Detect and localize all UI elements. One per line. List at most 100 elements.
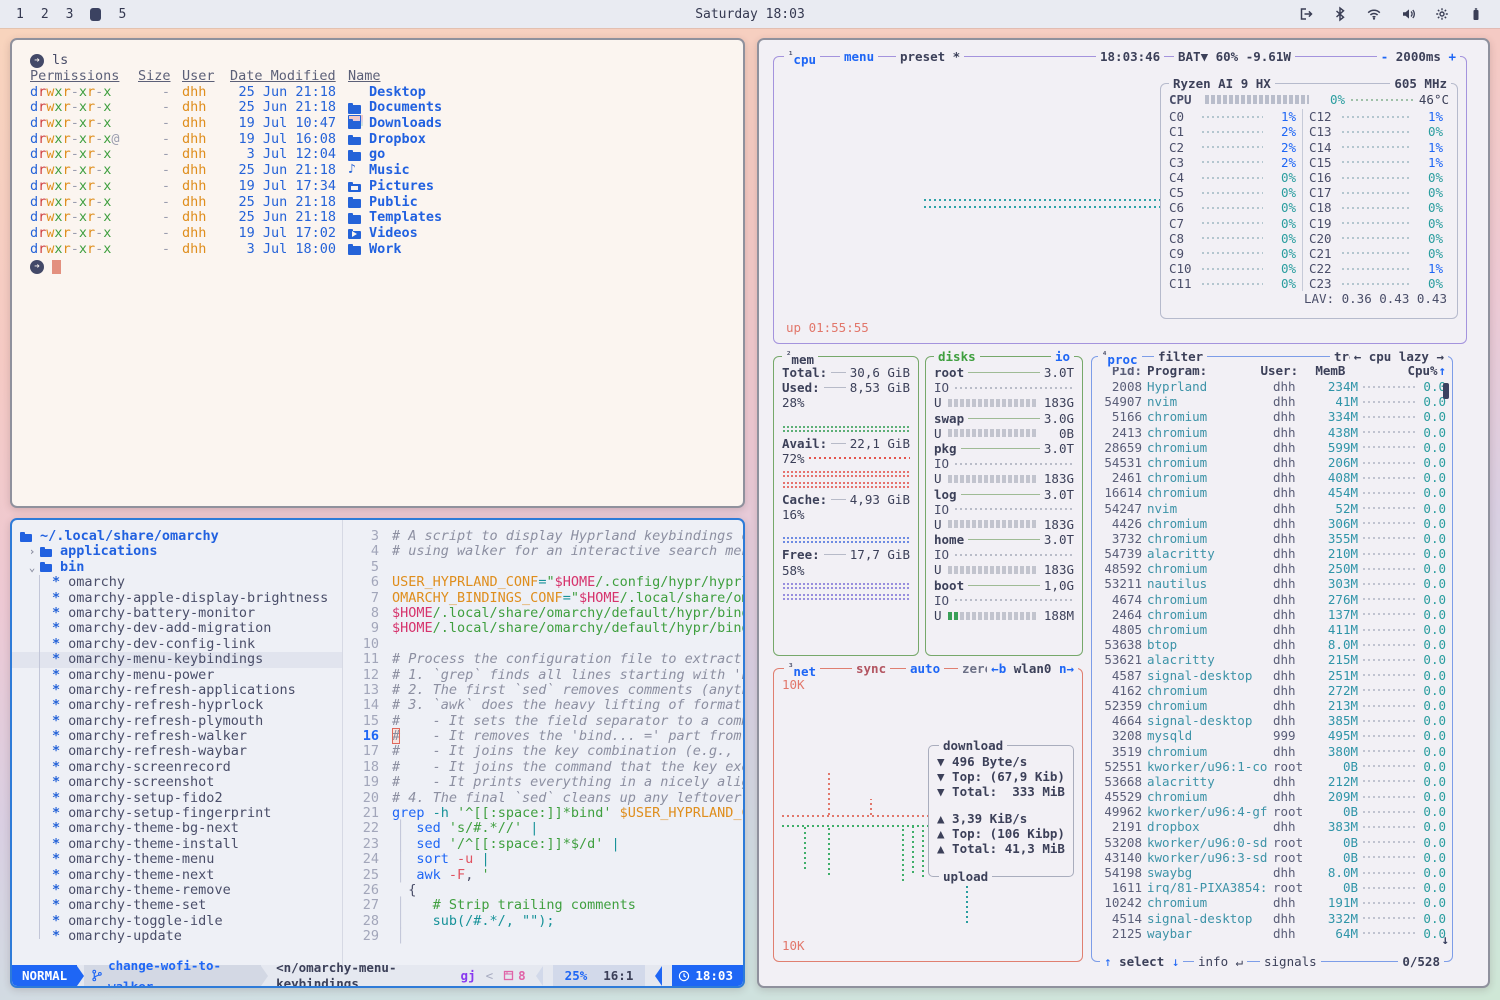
disks-title[interactable]: disks	[934, 349, 980, 364]
settings-icon[interactable]	[1434, 6, 1450, 22]
tree-item-omarchy-refresh-waybar[interactable]: *omarchy-refresh-waybar	[12, 744, 342, 759]
process-row[interactable]: 5166chromiumdhh334M0.0	[1098, 409, 1446, 424]
process-row[interactable]: 48592chromiumdhh250M0.0	[1098, 561, 1446, 576]
bluetooth-icon[interactable]	[1332, 6, 1348, 22]
tree-item-omarchy-theme-next[interactable]: *omarchy-theme-next	[12, 868, 342, 883]
logout-icon[interactable]	[1298, 6, 1314, 22]
process-row[interactable]: 53621alacrittydhh215M0.0	[1098, 652, 1446, 667]
process-row[interactable]: 2008Hyprlanddhh234M0.0	[1098, 379, 1446, 394]
tree-item-omarchy-dev-add-migration[interactable]: *omarchy-dev-add-migration	[12, 621, 342, 636]
tree-item-omarchy-theme-set[interactable]: *omarchy-theme-set	[12, 898, 342, 913]
tree-item-omarchy-theme-bg-next[interactable]: *omarchy-theme-bg-next	[12, 821, 342, 836]
memory-panel-title[interactable]: ²mem	[782, 349, 818, 367]
code-line-9: 9$HOME/.local/share/omarchy/default/hypr…	[343, 621, 745, 636]
cpu-panel-title[interactable]: ¹cpu	[784, 49, 820, 67]
process-row[interactable]: 4587signal-desktopdhh251M0.0	[1098, 668, 1446, 683]
cursor-position: 16:1	[603, 965, 633, 986]
tree-item-omarchy-setup-fido2[interactable]: *omarchy-setup-fido2	[12, 791, 342, 806]
workspace-1[interactable]: 1	[16, 7, 24, 22]
process-row[interactable]: 53211nautilusdhh303M0.0	[1098, 576, 1446, 591]
preset-button[interactable]: preset *	[896, 49, 964, 64]
proc-scrollbar-thumb[interactable]	[1443, 383, 1449, 399]
sort-direction-icon[interactable]: ↑	[1438, 363, 1446, 378]
tree-item-omarchy-setup-fingerprint[interactable]: *omarchy-setup-fingerprint	[12, 806, 342, 821]
process-row[interactable]: 52551kworker/u96:1-coroot0B0.0	[1098, 759, 1446, 774]
tree-item-omarchy[interactable]: *omarchy	[12, 575, 342, 590]
process-row[interactable]: 53208kworker/u96:0-sdroot0B0.0	[1098, 835, 1446, 850]
io-toggle[interactable]: io	[1051, 349, 1074, 364]
tree-item-omarchy-refresh-hyprlock[interactable]: *omarchy-refresh-hyprlock	[12, 698, 342, 713]
workspace-5[interactable]: 5	[118, 7, 126, 22]
process-row[interactable]: 54247nvimdhh52M0.0	[1098, 501, 1446, 516]
process-row[interactable]: 49962kworker/u96:4-gfroot0B0.0	[1098, 804, 1446, 819]
workspace-3[interactable]: 3	[66, 7, 74, 22]
process-row[interactable]: 2413chromiumdhh438M0.0	[1098, 425, 1446, 440]
tree-item-omarchy-screenrecord[interactable]: *omarchy-screenrecord	[12, 760, 342, 775]
chevron-icon	[261, 966, 268, 986]
process-row[interactable]: 54907nvimdhh41M0.0	[1098, 394, 1446, 409]
process-row[interactable]: 43140kworker/u96:3-sdroot0B0.0	[1098, 850, 1446, 865]
process-row[interactable]: 4664signal-desktopdhh385M0.0	[1098, 713, 1446, 728]
tree-item-omarchy-refresh-plymouth[interactable]: *omarchy-refresh-plymouth	[12, 714, 342, 729]
tree-item-omarchy-apple-display-brightness[interactable]: *omarchy-apple-display-brightness	[12, 591, 342, 606]
tree-item-omarchy-dev-config-link[interactable]: *omarchy-dev-config-link	[12, 637, 342, 652]
process-row[interactable]: 16614chromiumdhh454M0.0	[1098, 485, 1446, 500]
process-row[interactable]: 4162chromiumdhh272M0.0	[1098, 683, 1446, 698]
wifi-icon[interactable]	[1366, 6, 1382, 22]
menu-button[interactable]: menu	[840, 49, 878, 64]
process-panel-title[interactable]: ⁴proc	[1098, 349, 1142, 367]
process-row[interactable]: 28659chromiumdhh599M0.0	[1098, 440, 1446, 455]
tree-item-omarchy-battery-monitor[interactable]: *omarchy-battery-monitor	[12, 606, 342, 621]
tree-dir-bin[interactable]: ⌄bin	[12, 560, 342, 575]
tree-item-omarchy-menu-keybindings[interactable]: *omarchy-menu-keybindings	[12, 652, 342, 667]
process-row[interactable]: 45529chromiumdhh209M0.0	[1098, 789, 1446, 804]
tree-item-omarchy-screenshot[interactable]: *omarchy-screenshot	[12, 775, 342, 790]
process-row[interactable]: 4674chromiumdhh276M0.0	[1098, 592, 1446, 607]
process-row[interactable]: 53638btopdhh8.0M0.0	[1098, 637, 1446, 652]
tree-item-omarchy-refresh-applications[interactable]: *omarchy-refresh-applications	[12, 683, 342, 698]
network-panel-title[interactable]: ³net	[784, 661, 820, 679]
file-size: -	[138, 195, 170, 211]
process-row[interactable]: 2464chromiumdhh137M0.0	[1098, 607, 1446, 622]
volume-icon[interactable]	[1400, 6, 1416, 22]
process-row[interactable]: 4514signal-desktopdhh332M0.0	[1098, 911, 1446, 926]
process-row[interactable]: 2191dropboxdhh383M0.0	[1098, 819, 1446, 834]
workspace-4[interactable]	[90, 8, 101, 21]
scroll-down-icon[interactable]: ↓	[1441, 932, 1449, 947]
code-editor[interactable]: 3# A script to display Hyprland keybindi…	[342, 520, 745, 965]
net-interface-switcher[interactable]: ←b wlan0 n→	[987, 661, 1078, 676]
net-auto-button[interactable]: auto	[906, 661, 944, 676]
process-row[interactable]: 52359chromiumdhh213M0.0	[1098, 698, 1446, 713]
git-branch-chip: change-wofi-to-walker	[84, 965, 261, 986]
net-sync-button[interactable]: sync	[852, 661, 890, 676]
battery-icon[interactable]	[1468, 6, 1484, 22]
tree-item-omarchy-theme-remove[interactable]: *omarchy-theme-remove	[12, 883, 342, 898]
tree-item-omarchy-refresh-walker[interactable]: *omarchy-refresh-walker	[12, 729, 342, 744]
process-row[interactable]: 3732chromiumdhh355M0.0	[1098, 531, 1446, 546]
tree-item-omarchy-menu-power[interactable]: *omarchy-menu-power	[12, 668, 342, 683]
refresh-interval[interactable]: - 2000ms +	[1377, 49, 1460, 64]
process-row[interactable]: 54739alacrittydhh210M0.0	[1098, 546, 1446, 561]
sort-selector[interactable]: ← cpu lazy →	[1350, 349, 1448, 364]
process-row[interactable]: 1611irq/81-PIXA3854:root0B0.0	[1098, 880, 1446, 895]
process-row[interactable]: 2461chromiumdhh408M0.0	[1098, 470, 1446, 485]
tree-item-omarchy-theme-menu[interactable]: *omarchy-theme-menu	[12, 852, 342, 867]
process-row[interactable]: 54531chromiumdhh206M0.0	[1098, 455, 1446, 470]
process-row[interactable]: 54198swaybgdhh8.0M0.0	[1098, 865, 1446, 880]
filter-button[interactable]: filter	[1154, 349, 1207, 364]
process-row[interactable]: 53668alacrittydhh212M0.0	[1098, 774, 1446, 789]
tree-item-omarchy-update[interactable]: *omarchy-update	[12, 929, 342, 944]
tree-item-omarchy-theme-install[interactable]: *omarchy-theme-install	[12, 837, 342, 852]
tree-root[interactable]: ~/.local/share/omarchy	[12, 529, 342, 544]
process-row[interactable]: 3208mysqld999495M0.0	[1098, 728, 1446, 743]
tree-dir-applications[interactable]: ›applications	[12, 544, 342, 559]
process-row[interactable]: 3519chromiumdhh380M0.0	[1098, 744, 1446, 759]
script-file-icon: *	[52, 683, 60, 698]
process-row[interactable]: 4426chromiumdhh306M0.0	[1098, 516, 1446, 531]
workspace-2[interactable]: 2	[41, 7, 49, 22]
process-row[interactable]: 2125waybardhh64M0.0	[1098, 926, 1446, 941]
tree-item-omarchy-toggle-idle[interactable]: *omarchy-toggle-idle	[12, 914, 342, 929]
prompt-line-2[interactable]: ➜	[30, 259, 725, 275]
process-row[interactable]: 4805chromiumdhh411M0.0	[1098, 622, 1446, 637]
process-row[interactable]: 10242chromiumdhh191M0.0	[1098, 895, 1446, 910]
